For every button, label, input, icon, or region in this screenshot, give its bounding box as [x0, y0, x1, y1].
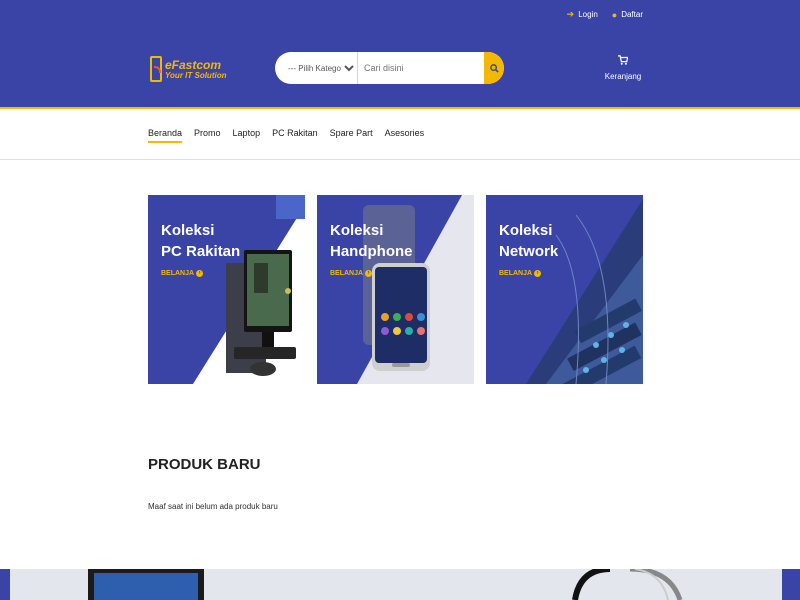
search-icon: [489, 63, 499, 73]
arrow-right-icon: ›: [196, 270, 204, 277]
search-button[interactable]: [484, 52, 504, 84]
cart-button[interactable]: Keranjang: [603, 52, 643, 81]
card-title: Koleksi Handphone: [330, 220, 413, 262]
banner-headphone-image: [572, 569, 683, 600]
card-title: Koleksi Network: [499, 220, 558, 262]
shop-button[interactable]: BELANJA ›: [161, 270, 204, 277]
tab-promo[interactable]: Promo: [194, 128, 221, 143]
header: ➔ Login ● Daftar eFastcom Your IT Soluti…: [0, 0, 800, 107]
banner-laptop-image: [88, 569, 204, 600]
card-network[interactable]: Koleksi Network BELANJA ›: [486, 195, 643, 384]
card-handphone[interactable]: Koleksi Handphone BELANJA ›: [317, 195, 474, 384]
logo-name: eFastcom: [165, 57, 222, 72]
card-title-line1: Koleksi: [161, 222, 215, 239]
tab-beranda[interactable]: Beranda: [148, 128, 183, 143]
register-label: Daftar: [621, 10, 643, 19]
user-icon: ●: [611, 9, 618, 20]
top-links: ➔ Login ● Daftar: [567, 9, 643, 20]
header-accent-line: [0, 107, 800, 109]
card-pc-rakitan[interactable]: Koleksi PC Rakitan BELANJA ›: [148, 195, 305, 384]
logo-icon: [150, 56, 162, 82]
card-title-line1: Koleksi: [499, 222, 553, 239]
main-nav: Beranda Promo Laptop PC Rakitan Spare Pa…: [148, 128, 424, 143]
section-title: PRODUK BARU: [148, 456, 261, 473]
card-title-line1: Koleksi: [330, 222, 384, 239]
tab-pc-rakitan[interactable]: PC Rakitan: [272, 128, 318, 143]
category-select[interactable]: --- Pilih Kategori ---: [275, 53, 357, 83]
cart-icon: [618, 55, 629, 65]
logo[interactable]: eFastcom Your IT Solution: [150, 56, 226, 82]
login-link[interactable]: ➔ Login: [567, 9, 598, 20]
logo-tagline: Your IT Solution: [165, 70, 227, 80]
banner-left-edge: [0, 569, 10, 600]
login-icon: ➔: [566, 9, 575, 19]
shop-label: BELANJA: [161, 270, 195, 277]
login-label: Login: [578, 10, 598, 19]
shop-label: BELANJA: [330, 270, 364, 277]
card-title-line2: PC Rakitan: [161, 243, 241, 260]
card-title-line2: Network: [499, 243, 559, 260]
shop-button[interactable]: BELANJA ›: [330, 270, 373, 277]
banner-right-edge: [782, 569, 800, 600]
bottom-banner: [0, 569, 800, 600]
empty-message: Maaf saat ini belum ada produk baru: [148, 502, 278, 511]
tab-spare-part[interactable]: Spare Part: [330, 128, 373, 143]
arrow-right-icon: ›: [534, 270, 542, 277]
card-title-line2: Handphone: [330, 243, 413, 260]
search-bar: --- Pilih Kategori ---: [275, 52, 504, 84]
shop-label: BELANJA: [499, 270, 533, 277]
tab-asesories[interactable]: Asesories: [385, 128, 425, 143]
shop-button[interactable]: BELANJA ›: [499, 270, 542, 277]
cart-label: Keranjang: [604, 72, 642, 81]
search-input[interactable]: [358, 52, 484, 84]
tab-laptop[interactable]: Laptop: [233, 128, 261, 143]
nav-divider: [0, 159, 800, 160]
card-title: Koleksi PC Rakitan: [161, 220, 240, 262]
register-link[interactable]: ● Daftar: [612, 9, 643, 20]
arrow-right-icon: ›: [365, 270, 373, 277]
